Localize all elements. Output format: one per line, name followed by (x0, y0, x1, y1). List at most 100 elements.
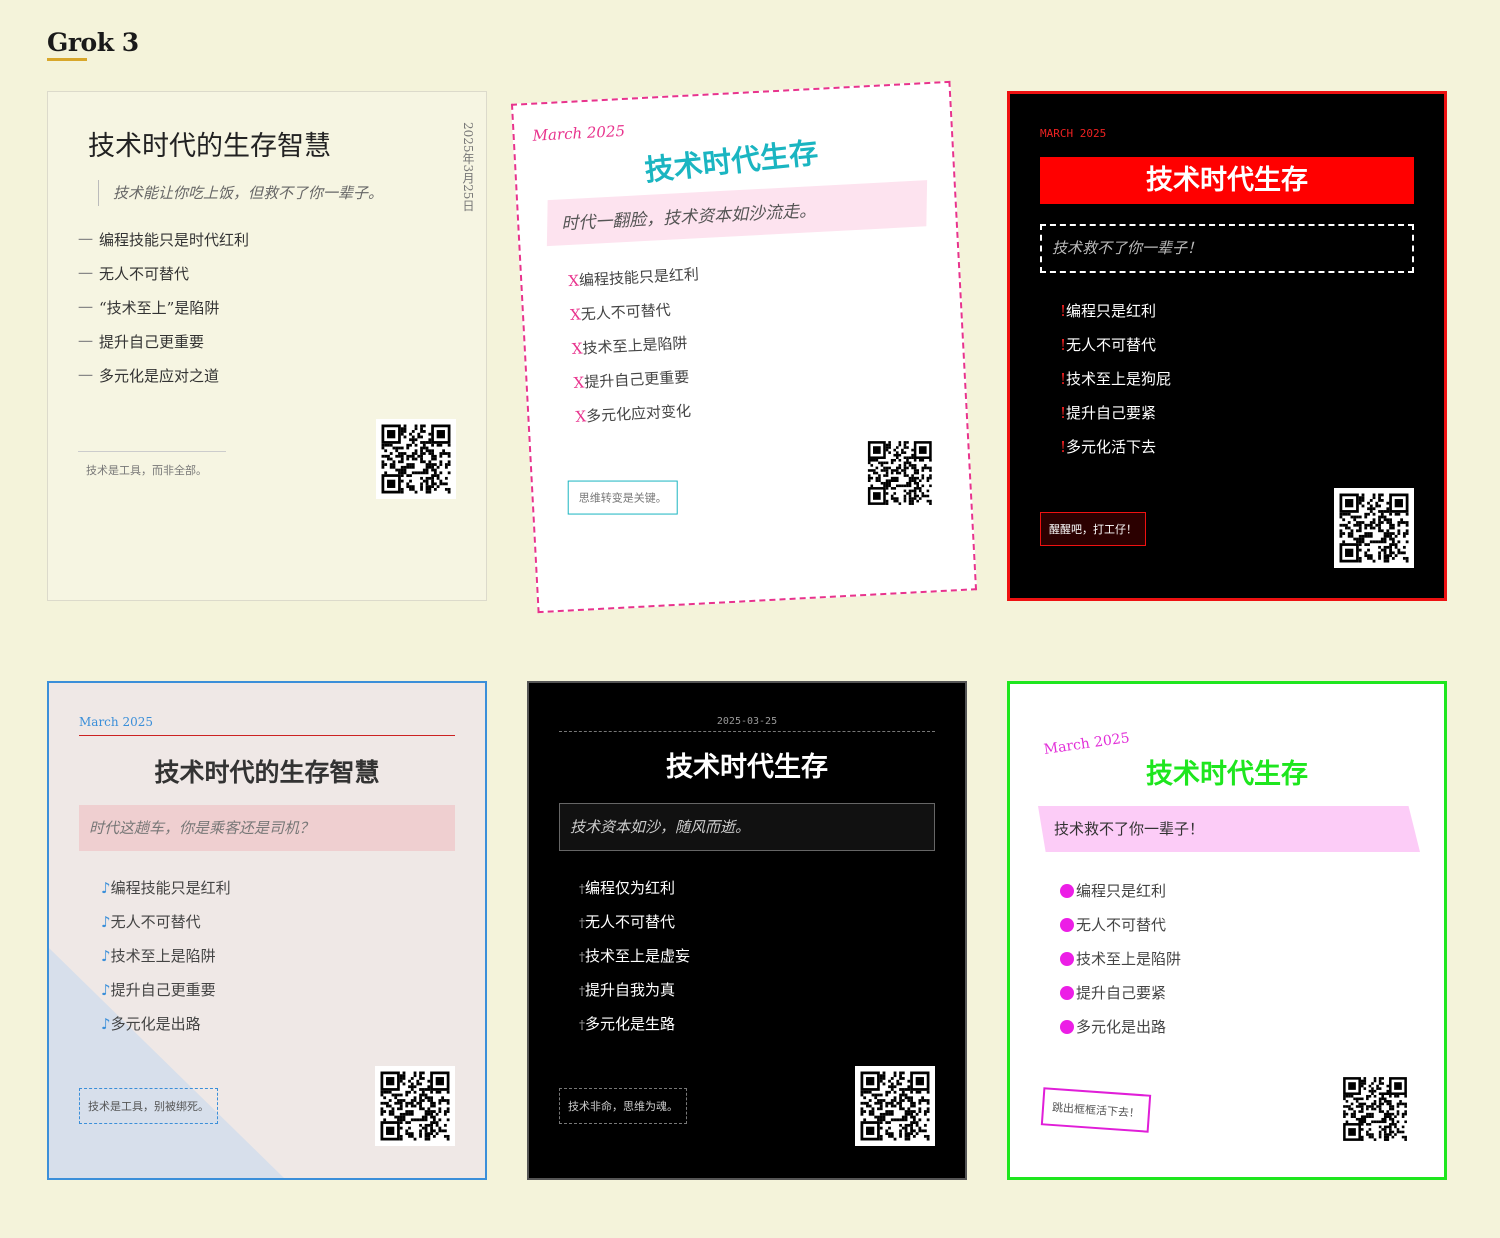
header-divider (559, 731, 935, 732)
poster-card-green: March 2025 技术时代生存 技术救不了你一辈子！ 编程只是红利 无人不可… (1007, 681, 1447, 1180)
music-note-icon: ♪ (101, 947, 111, 965)
list-item: ♪技术至上是陷阱 (101, 946, 231, 980)
poster-list: !编程只是红利 !无人不可替代 !技术至上是狗屁 !提升自己要紧 !多元化活下去 (1060, 301, 1171, 471)
poster-quote: 技术救不了你一辈子！ (1038, 806, 1420, 852)
poster-card-dark: 2025-03-25 技术时代生存 技术资本如沙，随风而逝。 †编程仅为红利 †… (527, 681, 967, 1180)
poster-footer: 思维转变是关键。 (567, 480, 678, 515)
bullet-dot-icon (1060, 952, 1074, 966)
poster-title: 技术时代生存 (1146, 759, 1308, 790)
list-marker: 一 (78, 231, 94, 249)
poster-date: 2025-03-25 (716, 716, 778, 727)
poster-footer: 技术非命，思维为魂。 (559, 1088, 687, 1124)
list-item-text: 编程仅为红利 (585, 879, 676, 897)
poster-date: March 2025 (79, 715, 153, 729)
list-item: !技术至上是狗屁 (1060, 369, 1171, 403)
poster-quote: 技术救不了你一辈子！ (1040, 224, 1414, 273)
bullet-dot-icon (1060, 918, 1074, 932)
poster-list: 一编程技能只是时代红利 一无人不可替代 一 “技术至上”是陷阱 一提升自己更重要 … (78, 230, 249, 400)
bullet-dot-icon (1060, 884, 1074, 898)
header-divider (79, 735, 455, 736)
list-item: 一多元化是应对之道 (78, 366, 249, 400)
poster-title: 技术时代生存 (643, 135, 820, 188)
list-item-text: 技术至上是虚妄 (585, 947, 691, 965)
poster-quote: 时代这趟车，你是乘客还是司机？ (79, 805, 455, 851)
list-item-text: 技术至上是陷阱 (582, 333, 688, 358)
list-item: 无人不可替代 (1060, 915, 1181, 949)
list-item: †提升自我为真 (579, 980, 690, 1014)
list-item: 一编程技能只是时代红利 (78, 230, 249, 264)
list-item: 编程只是红利 (1060, 881, 1181, 915)
poster-title: 技术时代生存 (666, 752, 828, 783)
list-item-text: 编程只是红利 (1076, 882, 1167, 900)
list-item-text: “技术至上”是陷阱 (99, 299, 220, 317)
poster-date: MARCH 2025 (1040, 127, 1107, 140)
list-item: †无人不可替代 (579, 912, 690, 946)
poster-card-minimal: 技术时代的生存智慧 2025年3月25日 技术能让你吃上饭，但救不了你一辈子。 … (47, 91, 487, 601)
list-item-text: 多元化活下去 (1066, 438, 1157, 456)
list-item: 提升自己要紧 (1060, 983, 1181, 1017)
list-item-text: 技术至上是陷阱 (1076, 950, 1182, 968)
poster-list: †编程仅为红利 †无人不可替代 †技术至上是虚妄 †提升自我为真 †多元化是生路 (579, 878, 690, 1048)
list-item: 技术至上是陷阱 (1060, 949, 1181, 983)
qr-code-icon (376, 419, 456, 499)
list-item: †多元化是生路 (579, 1014, 690, 1048)
poster-footer: 技术是工具，别被绑死。 (79, 1088, 218, 1124)
poster-date: 2025年3月25日 (461, 122, 475, 212)
list-item-text: 无人不可替代 (585, 913, 676, 931)
list-item-text: 无人不可替代 (1076, 916, 1167, 934)
poster-quote: 技术能让你吃上饭，但救不了你一辈子。 (98, 180, 383, 206)
page-title: Grok 3 (47, 28, 139, 57)
music-note-icon: ♪ (101, 1015, 111, 1033)
list-item: !提升自己要紧 (1060, 403, 1171, 437)
list-item-text: 技术至上是狗屁 (1066, 370, 1172, 388)
poster-list: ♪编程技能只是红利 ♪无人不可替代 ♪技术至上是陷阱 ♪提升自己更重要 ♪多元化… (101, 878, 231, 1048)
music-note-icon: ♪ (101, 913, 111, 931)
list-item-text: 多元化是出路 (110, 1015, 201, 1033)
poster-list: 编程只是红利 无人不可替代 技术至上是陷阱 提升自己要紧 多元化是出路 (1060, 881, 1181, 1051)
qr-code-icon (855, 1066, 935, 1146)
list-item: †编程仅为红利 (579, 878, 690, 912)
list-item-text: 提升自己更重要 (583, 367, 690, 392)
poster-date: March 2025 (532, 121, 626, 145)
poster-quote-band: 时代一翻脸，技术资本如沙流走。 (546, 180, 928, 247)
list-item-text: 提升自己更重要 (99, 333, 205, 351)
bullet-dot-icon (1060, 986, 1074, 1000)
list-item-text: 编程技能只是红利 (578, 265, 700, 290)
poster-footer: 技术是工具，而非全部。 (86, 464, 207, 477)
list-item: †技术至上是虚妄 (579, 946, 690, 980)
list-item: 多元化是出路 (1060, 1017, 1181, 1051)
page-title-underline (47, 58, 87, 61)
list-item: ♪提升自己更重要 (101, 980, 231, 1014)
list-item: !多元化活下去 (1060, 437, 1171, 471)
qr-code-icon (375, 1066, 455, 1146)
list-item: ♪多元化是出路 (101, 1014, 231, 1048)
list-item: !无人不可替代 (1060, 335, 1171, 369)
list-item: 一 “技术至上”是陷阱 (78, 298, 249, 332)
list-marker: 一 (78, 367, 94, 385)
poster-title: 技术时代生存 (1040, 157, 1414, 204)
list-item: X多元化应对变化 (575, 400, 707, 441)
list-item-text: 多元化是生路 (585, 1015, 676, 1033)
list-item-text: 技术至上是陷阱 (110, 947, 216, 965)
list-item-text: 多元化是出路 (1076, 1018, 1167, 1036)
list-item-text: 无人不可替代 (99, 265, 190, 283)
music-note-icon: ♪ (101, 981, 111, 999)
music-note-icon: ♪ (101, 879, 111, 897)
poster-card-blue: March 2025 技术时代的生存智慧 时代这趟车，你是乘客还是司机？ ♪编程… (47, 681, 487, 1180)
poster-card-black-red: MARCH 2025 技术时代生存 技术救不了你一辈子！ !编程只是红利 !无人… (1007, 91, 1447, 601)
list-item-text: 多元化是应对之道 (99, 367, 220, 385)
poster-title: 技术时代的生存智慧 (88, 131, 331, 162)
list-item-text: 编程技能只是红利 (110, 879, 231, 897)
list-item-text: 多元化应对变化 (585, 401, 692, 426)
poster-quote: 技术资本如沙，随风而逝。 (559, 803, 935, 851)
poster-quote: 时代一翻脸，技术资本如沙流走。 (560, 201, 817, 235)
list-item-text: 编程只是红利 (1066, 302, 1157, 320)
list-marker: 一 (78, 299, 94, 317)
poster-footer: 跳出框框活下去！ (1040, 1087, 1152, 1133)
qr-code-icon (1334, 488, 1414, 568)
list-item-text: 提升自我为真 (585, 981, 676, 999)
list-item-text: 提升自己更重要 (110, 981, 216, 999)
list-item-text: 无人不可替代 (110, 913, 201, 931)
list-item: ♪无人不可替代 (101, 912, 231, 946)
bullet-dot-icon (1060, 1020, 1074, 1034)
